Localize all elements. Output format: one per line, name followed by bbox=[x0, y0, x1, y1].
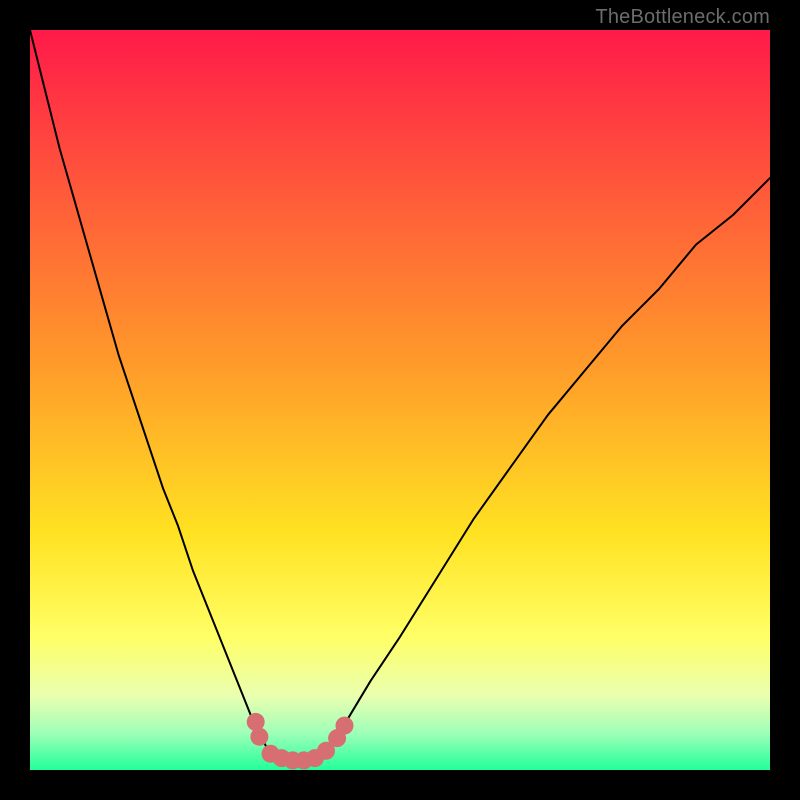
curve-layer bbox=[30, 30, 770, 770]
outer-frame: TheBottleneck.com bbox=[0, 0, 800, 800]
series-group bbox=[30, 30, 770, 762]
valley-dot-9 bbox=[336, 717, 354, 735]
valley-dot-1 bbox=[250, 728, 268, 746]
plot-area bbox=[30, 30, 770, 770]
series-left-branch bbox=[30, 30, 282, 759]
series-right-branch bbox=[311, 178, 770, 759]
watermark-text: TheBottleneck.com bbox=[595, 6, 770, 29]
markers-group bbox=[247, 713, 354, 769]
